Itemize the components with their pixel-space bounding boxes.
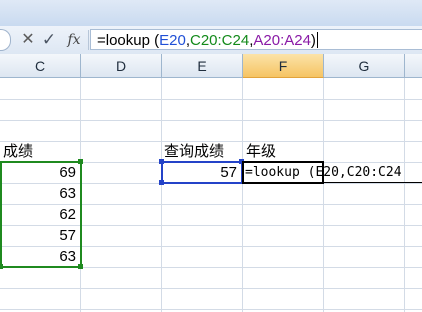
grid-line [242,78,243,312]
cell-c-header[interactable]: 成绩 [3,141,79,162]
grid-line [0,120,422,121]
formula-suffix: ) [310,32,316,49]
cell-grid[interactable]: 成绩 69 63 62 57 63 查询成绩 57 年级 =lookup (E2… [0,78,422,312]
grid-line [0,99,422,100]
grid-line [404,78,405,312]
formula-bar: ✕ ✓ fx =lookup (E20,C20:C24,A20:A24) [0,26,422,55]
range-handle[interactable] [159,159,164,164]
column-header-d[interactable]: D [81,54,162,78]
insert-function-icon[interactable]: fx [63,30,85,50]
range-highlight-lookup-vector [0,161,82,268]
column-header-g[interactable]: G [324,54,405,78]
range-highlight-lookup-value [161,161,243,184]
range-handle[interactable] [78,264,83,269]
range-handle[interactable] [78,159,83,164]
formula-bar-separator [88,30,89,50]
spreadsheet-window: ✕ ✓ fx =lookup (E20,C20:C24,A20:A24) C D… [0,0,422,312]
formula-ref-lookup-vector: C20:C24 [190,32,250,49]
grid-line [0,288,422,289]
formula-ref-result-vector: A20:A24 [253,32,311,49]
column-header-c[interactable]: C [0,54,81,78]
cell-e-header[interactable]: 查询成绩 [164,141,242,162]
autocomplete-underline [323,182,422,183]
formula-ref-lookup-value: E20 [159,32,186,49]
column-header-e[interactable]: E [162,54,243,78]
ribbon-strip [0,0,422,27]
text-caret [316,32,318,48]
formula-prefix: =lookup ( [97,32,160,49]
column-header-h[interactable] [405,54,422,78]
range-handle[interactable] [159,180,164,185]
cancel-icon[interactable]: ✕ [21,30,35,50]
cell-f-editing[interactable]: =lookup (E20,C20:C24 [245,162,422,183]
grid-line [323,78,324,312]
grid-line [161,78,162,312]
column-header-f[interactable]: F [243,54,324,78]
range-handle[interactable] [0,264,3,269]
cell-f-header[interactable]: 年级 [246,141,322,162]
check-icon[interactable]: ✓ [40,30,58,50]
formula-input[interactable]: =lookup (E20,C20:C24,A20:A24) [90,29,422,50]
name-box-edge[interactable] [0,29,11,51]
grid-line [0,309,422,310]
